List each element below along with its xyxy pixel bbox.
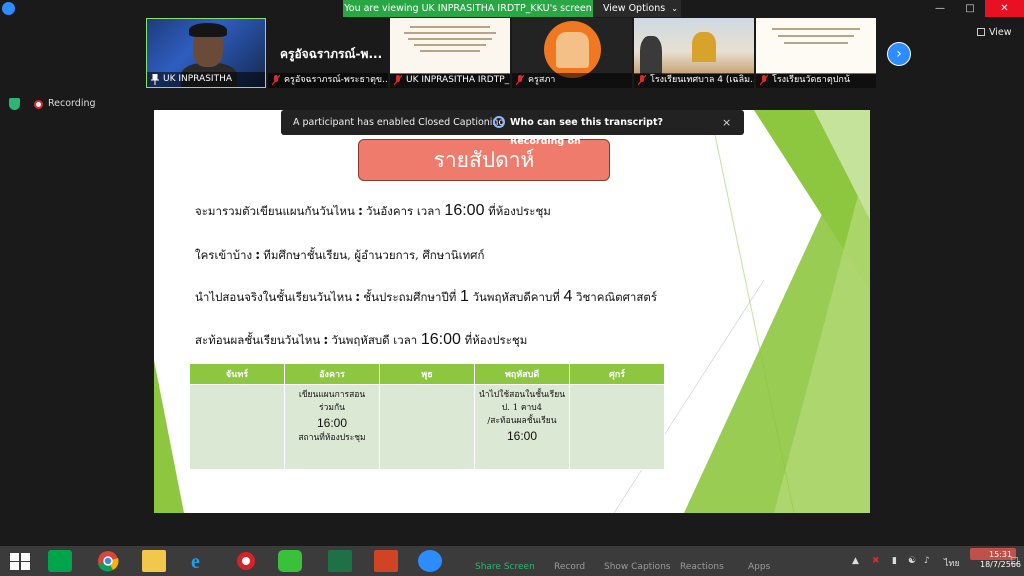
closed-caption-banner: A participant has enabled Closed Caption… <box>281 110 744 147</box>
app-flower-icon[interactable] <box>234 550 258 572</box>
header-thursday: พฤหัสบดี <box>474 363 570 385</box>
logo-emblem <box>556 32 589 68</box>
mic-muted-icon <box>394 75 402 86</box>
language-indicator[interactable]: ไทย <box>944 556 960 570</box>
network-icon[interactable]: ☯ <box>908 556 916 566</box>
avatar-hair <box>189 23 227 37</box>
chevron-down-icon: ⌄ <box>671 4 678 13</box>
chevron-right-icon: › <box>896 46 902 62</box>
shared-screen-slide: รายสัปดาห์ จะมารวมตัวเขียนแผนกันวันไหน: ว… <box>154 110 870 513</box>
record-button[interactable]: Record <box>554 562 585 572</box>
show-captions-button[interactable]: Show Captions <box>604 562 671 572</box>
svg-text:e: e <box>191 551 200 572</box>
pin-icon <box>151 74 159 85</box>
cell-thursday: นำไปใช้สอนในชั้นเรียน ป. 1 คาบ4 /สะท้อนผ… <box>474 384 570 470</box>
person-figure <box>692 32 716 62</box>
cell-tuesday: เขียนแผนการสอน ร่วมกัน 16:00 สถานที่ห้อง… <box>284 384 380 470</box>
header-monday: จันทร์ <box>189 363 285 385</box>
next-page-button[interactable]: › <box>887 42 911 66</box>
header-tuesday: อังคาร <box>284 363 380 385</box>
security-shield-icon[interactable] <box>9 98 20 110</box>
cell-wednesday <box>379 384 475 470</box>
file-explorer-icon[interactable] <box>142 550 166 572</box>
participant-name: UK INPRASITHA <box>147 72 265 87</box>
table-header-row: จันทร์ อังคาร พุธ พฤหัสบดี ศุกร์ <box>189 363 665 385</box>
close-banner-button[interactable]: × <box>722 110 731 135</box>
apps-button[interactable]: Apps <box>748 562 770 572</box>
notifications-icon[interactable]: □ <box>1010 556 1019 566</box>
participant-name: ครูอัจฉราภรณ์-พระธาตุข... <box>268 73 388 88</box>
person-figure <box>640 36 662 74</box>
transcript-info-button[interactable]: Who can see this transcript? Recording o… <box>488 113 716 147</box>
participant-tile-teacher[interactable]: ครูอัจฉราภรณ์-พ... ครูอัจฉราภรณ์-พระธาตุ… <box>268 18 388 88</box>
chrome-icon[interactable] <box>96 550 120 572</box>
shared-slide-thumbnail <box>756 18 876 74</box>
participant-name: ครูสภา <box>512 73 632 88</box>
view-options-label: View Options <box>603 3 666 14</box>
slide-row-teach: นำไปสอนจริงในชั้นเรียนวันไหน: ชั้นประถมศึ… <box>195 288 658 305</box>
recording-icon <box>34 100 43 109</box>
cc-notice: A participant has enabled Closed Caption… <box>293 117 505 128</box>
view-button[interactable]: View <box>977 27 1012 38</box>
viewing-banner: You are viewing UK INPRASITHA IRDTP_KKU'… <box>343 0 593 17</box>
mic-muted-icon <box>760 75 768 86</box>
close-window-button[interactable]: ✕ <box>985 0 1024 17</box>
powerpoint-icon[interactable] <box>374 550 398 572</box>
participant-tile-school4[interactable]: โรงเรียนเทศบาล 4 (เฉลิม... <box>634 18 754 88</box>
participant-tile-irdtp[interactable]: UK INPRASITHA IRDTP_K... <box>390 18 510 88</box>
participant-name: โรงเรียนเทศบาล 4 (เฉลิม... <box>634 73 754 88</box>
mic-muted-icon <box>638 75 646 86</box>
clock-time: 15:31 <box>988 550 1013 559</box>
maximize-button[interactable]: □ <box>955 0 985 17</box>
view-button-label: View <box>989 27 1012 38</box>
minimize-button[interactable]: — <box>925 0 955 17</box>
tray-alert-icon[interactable]: ✖ <box>872 556 880 566</box>
store-icon[interactable] <box>48 550 72 572</box>
grid-icon <box>977 28 985 36</box>
table-row: เขียนแผนการสอน ร่วมกัน 16:00 สถานที่ห้อง… <box>189 384 665 470</box>
slide-row-plan: จะมารวมตัวเขียนแผนกันวันไหน: วันอังคาร เว… <box>195 202 551 219</box>
reactions-button[interactable]: Reactions <box>680 562 724 572</box>
windows-start-icon[interactable] <box>8 550 32 572</box>
participant-tile-uk-inprasitha[interactable]: UK INPRASITHA <box>146 18 266 88</box>
weekly-schedule-table: จันทร์ อังคาร พุธ พฤหัสบดี ศุกร์ เขียนแผ… <box>189 363 665 470</box>
line-app-icon[interactable] <box>278 550 302 572</box>
participant-tile-krusapa[interactable]: ครูสภา <box>512 18 632 88</box>
zoom-logo-icon <box>2 2 15 15</box>
volume-icon[interactable]: ♪ <box>924 556 930 566</box>
battery-icon[interactable]: ▮ <box>892 556 897 566</box>
cell-monday <box>189 384 285 470</box>
participant-display-name: ครูอัจฉราภรณ์-พ... <box>280 47 383 61</box>
internet-explorer-icon[interactable]: e <box>188 550 212 572</box>
cell-friday <box>569 384 665 470</box>
excel-icon[interactable] <box>328 550 352 572</box>
recording-label[interactable]: Recording <box>48 98 96 109</box>
view-options-button[interactable]: View Options ⌄ <box>593 0 681 17</box>
slide-row-reflect: สะท้อนผลชั้นเรียนวันไหน: วันพฤหัสบดี เวลา… <box>195 331 528 348</box>
person-icon <box>493 116 505 128</box>
tray-expand-icon[interactable]: ▲ <box>852 556 859 566</box>
participant-name: UK INPRASITHA IRDTP_K... <box>390 73 510 88</box>
shared-slide-thumbnail <box>390 18 510 74</box>
participant-tile-watthat[interactable]: โรงเรียนวัดธาตุปกน้ <box>756 18 876 88</box>
slide-row-participants: ใครเข้าบ้าง: ทีมศึกษาชั้นเรียน, ผู้อำนวยก… <box>195 247 485 263</box>
share-screen-button[interactable]: Share Screen <box>475 562 535 572</box>
header-wednesday: พุธ <box>379 363 475 385</box>
participant-name: โรงเรียนวัดธาตุปกน้ <box>756 73 876 88</box>
mic-muted-icon <box>516 75 524 86</box>
zoom-taskbar-icon[interactable] <box>418 550 442 572</box>
mic-muted-icon <box>272 75 280 86</box>
header-friday: ศุกร์ <box>569 363 665 385</box>
